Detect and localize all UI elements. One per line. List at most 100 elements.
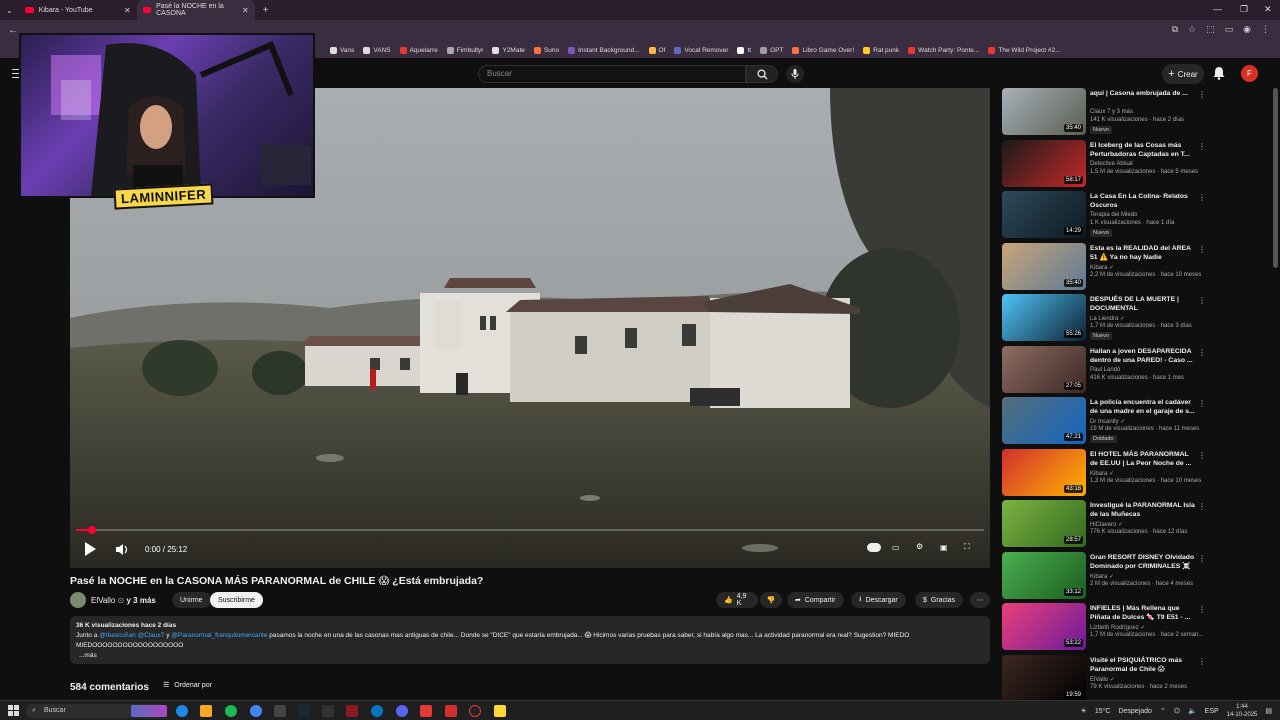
video-progress-bar[interactable] — [76, 526, 984, 534]
bookmark-item[interactable]: tt — [737, 46, 751, 54]
recommended-channel-name[interactable]: La Liendra ✓ — [1090, 315, 1125, 322]
more-options-icon[interactable]: ⋮ — [1198, 399, 1206, 408]
more-options-icon[interactable]: ⋮ — [1198, 90, 1206, 99]
more-options-icon[interactable]: ⋮ — [1198, 348, 1206, 357]
close-tab-icon[interactable]: ✕ — [242, 6, 249, 15]
video-thumbnail[interactable]: 55:26 — [1002, 294, 1086, 341]
bookmark-item[interactable]: Watch Party: Ponte... — [908, 46, 979, 54]
mention-link[interactable]: @Paranormal_franquitomercante — [171, 632, 267, 639]
recommended-video-title[interactable]: El HOTEL MÁS PARANORMAL de EE.UU | La Pe… — [1090, 450, 1198, 468]
more-options-icon[interactable]: ⋮ — [1198, 657, 1206, 666]
more-options-icon[interactable]: ⋮ — [1198, 605, 1206, 614]
split-icon[interactable]: ▭ — [1225, 24, 1234, 35]
recommended-video-title[interactable]: La policía encuentra el cadáver de una m… — [1090, 398, 1198, 416]
app-icon[interactable] — [445, 705, 457, 717]
network-icon[interactable]: ⌬ — [1174, 707, 1180, 715]
mention-link[interactable]: @Ibascuñan — [99, 632, 136, 639]
app-icon[interactable] — [346, 705, 358, 717]
recommended-channel-name[interactable]: Lizbeth Rodríguez ✓ — [1090, 624, 1145, 631]
widget-thumbnail[interactable] — [131, 705, 167, 717]
recommended-channel-name[interactable]: Paul Landó — [1090, 367, 1120, 373]
voice-search-button[interactable] — [786, 65, 804, 83]
steam-icon[interactable] — [298, 705, 310, 717]
bookmark-item[interactable]: Aquelarre — [399, 46, 438, 54]
more-options-icon[interactable]: ⋮ — [1198, 296, 1206, 305]
discord-icon[interactable] — [396, 705, 408, 717]
recommended-channel-name[interactable]: ElVallo ✓ — [1090, 676, 1115, 683]
recommended-video[interactable]: 58:17 El Iceberg de las Cosas más Perturb… — [1002, 139, 1210, 192]
tab-list-icon[interactable]: ⌄ — [0, 6, 19, 15]
channel-avatar[interactable] — [70, 592, 86, 608]
recommended-video[interactable]: 33:12 Gran RESORT DISNEY Olvidado Dominad… — [1002, 551, 1210, 604]
create-button[interactable]: + Crear — [1162, 64, 1204, 84]
bookmark-star-icon[interactable]: ☆ — [1188, 24, 1196, 35]
tray-chevron-icon[interactable]: ⌃ — [1160, 707, 1166, 715]
recommended-video[interactable]: 35:40 aquí | Casona embrujada de ... Claux… — [1002, 88, 1210, 140]
bookmark-item[interactable]: Vans — [330, 46, 354, 54]
recommended-video[interactable]: 47:21 La policía encuentra el cadáver de … — [1002, 397, 1210, 449]
maximize-icon[interactable]: ❐ — [1240, 4, 1248, 15]
thanks-button[interactable]: $ Gracias — [915, 592, 964, 608]
sort-comments-button[interactable]: ☰ Ordenar por — [163, 681, 212, 690]
bookmark-item[interactable]: Y2Mate — [492, 46, 525, 54]
close-tab-icon[interactable]: ✕ — [124, 6, 131, 15]
progress-scrubber[interactable] — [88, 526, 96, 534]
recommended-channel-name[interactable]: Kibara ✓ — [1090, 573, 1114, 580]
like-button[interactable]: 👍 4,9 K — [716, 592, 758, 608]
bookmark-item[interactable]: Suno — [533, 46, 559, 54]
page-scrollbar[interactable] — [1273, 88, 1278, 268]
volume-tray-icon[interactable]: 🔈 — [1188, 707, 1197, 715]
bookmark-item[interactable]: Instant Background... — [568, 46, 640, 54]
weather-desc[interactable]: Despejado — [1118, 708, 1151, 715]
video-thumbnail[interactable]: 35:40 — [1002, 242, 1086, 290]
description-box[interactable]: 36 K visualizaciones hace 2 días Junto a… — [70, 616, 990, 664]
spotify-icon[interactable] — [225, 705, 237, 717]
app-icon[interactable] — [322, 705, 334, 717]
bookmark-item[interactable]: The Wild Project #2... — [988, 46, 1061, 54]
back-icon[interactable]: ← — [8, 25, 18, 36]
app-icon[interactable] — [420, 705, 432, 717]
channel-name[interactable]: ElVallo ⊙ y 3 más — [91, 596, 156, 605]
recommended-channel-name[interactable]: HiClavero ✓ — [1090, 521, 1123, 528]
video-thumbnail[interactable]: 28:57 — [1002, 500, 1086, 547]
cast-icon[interactable]: ⧉ — [1172, 24, 1178, 35]
more-options-icon[interactable]: ⋮ — [1198, 245, 1206, 254]
recommended-video-title[interactable]: Gran RESORT DISNEY Olvidado Dominado por… — [1090, 553, 1198, 571]
recommended-video[interactable]: 28:57 Investigué la PARANORMAL Isla de la… — [1002, 500, 1210, 552]
file-explorer-icon[interactable] — [200, 705, 212, 717]
fullscreen-icon[interactable]: ⛶ — [964, 542, 970, 552]
video-thumbnail[interactable]: 47:21 — [1002, 397, 1086, 444]
windows-start-icon[interactable] — [8, 705, 19, 716]
search-button[interactable] — [746, 65, 778, 83]
more-options-icon[interactable]: ⋮ — [1198, 451, 1206, 460]
bookmark-item[interactable]: Of — [648, 46, 665, 54]
more-options-icon[interactable]: ⋮ — [1198, 193, 1206, 202]
copilot-icon[interactable] — [176, 705, 188, 717]
share-button[interactable]: ➦ Compartir — [787, 592, 844, 608]
menu-icon[interactable]: ⋮ — [1261, 24, 1270, 35]
recommended-channel-name[interactable]: Claux 7 y 3 más — [1090, 109, 1133, 115]
video-thumbnail[interactable]: 53:22 — [1002, 603, 1086, 650]
recommended-channel-name[interactable]: Kibara ✓ — [1090, 470, 1114, 477]
more-actions-button[interactable]: ⋯ — [970, 592, 990, 608]
dislike-button[interactable]: 👎 — [760, 592, 782, 608]
recommended-video-title[interactable]: Hallan a joven DESAPARECIDA dentro de un… — [1090, 347, 1198, 365]
recommended-channel-name[interactable]: Detective Abisal — [1090, 161, 1133, 167]
search-input[interactable]: Buscar — [478, 65, 746, 83]
more-options-icon[interactable]: ⋮ — [1198, 502, 1206, 511]
video-thumbnail[interactable]: 33:12 — [1002, 551, 1086, 599]
recommended-video[interactable]: 55:26 DESPUÉS DE LA MUERTE | DOCUMENTAL La… — [1002, 294, 1210, 346]
close-window-icon[interactable]: ✕ — [1264, 4, 1272, 15]
collaborators-link[interactable]: y 3 más — [126, 596, 155, 605]
video-thumbnail[interactable]: 43:18 — [1002, 448, 1086, 496]
obs-icon[interactable] — [469, 705, 481, 717]
recommended-video[interactable]: 53:22 INFIELES | Más Rellena que Piñata d… — [1002, 603, 1210, 655]
recommended-video-title[interactable]: Visité el PSIQUIÁTRICO más Paranormal de… — [1090, 656, 1198, 674]
recommended-video-title[interactable]: El Iceberg de las Cosas más Perturbadora… — [1090, 141, 1198, 159]
tab-kibara[interactable]: Kibara - YouTube ✕ — [19, 0, 137, 20]
extensions-icon[interactable]: ⬚ — [1206, 24, 1215, 35]
recommended-video[interactable]: 19:59 Visité el PSIQUIÁTRICO más Paranorm… — [1002, 654, 1210, 700]
profile-icon[interactable]: ◉ — [1243, 24, 1251, 35]
channel-name-text[interactable]: ElVallo — [91, 596, 115, 605]
tab-current-video[interactable]: Pasé la NOCHE en la CASONA ✕ — [136, 0, 255, 20]
